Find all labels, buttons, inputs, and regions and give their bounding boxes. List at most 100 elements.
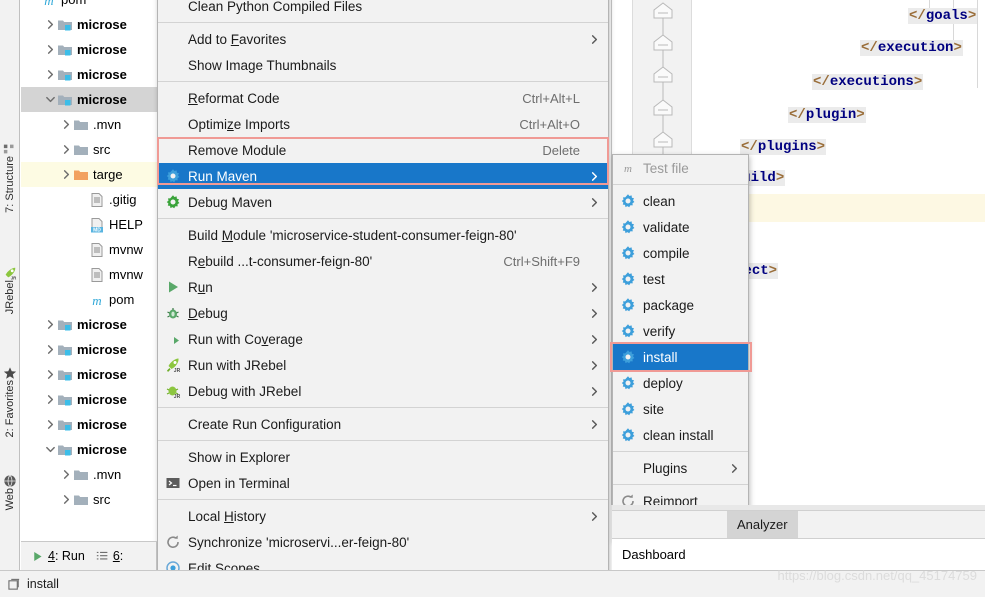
menu-item-debug-maven[interactable]: Debug Maven xyxy=(158,189,608,215)
maven-goal-icon xyxy=(619,219,637,235)
menu-item-clean-python-compiled-files[interactable]: Clean Python Compiled Files xyxy=(158,0,608,19)
maven-goal-test-file[interactable]: m Test file xyxy=(613,155,748,181)
menu-item-label: Debug Maven xyxy=(188,194,273,210)
tree-expand-arrow[interactable] xyxy=(43,43,57,57)
tree-row[interactable]: mvnw xyxy=(21,262,157,287)
maven-goal-validate[interactable]: validate xyxy=(613,214,748,240)
xml-bracket: > xyxy=(816,139,826,155)
menu-item-label: Rebuild ...t-consumer-feign-80' xyxy=(188,253,373,269)
tree-expand-arrow[interactable] xyxy=(59,493,73,507)
tool-window-tabbar[interactable]: Analyzer xyxy=(612,510,985,539)
project-tool-window[interactable]: mpommicrosemicrosemicrosemicrose.mvnsrct… xyxy=(21,0,157,527)
maven-goal-verify[interactable]: verify xyxy=(613,318,748,344)
maven-goal-site[interactable]: site xyxy=(613,396,748,422)
menu-item-open-in-terminal[interactable]: Open in Terminal xyxy=(158,470,608,496)
tree-row[interactable]: microse xyxy=(21,12,157,37)
structure-icon xyxy=(3,144,14,154)
maven-goal-label: site xyxy=(643,401,665,417)
tree-row[interactable]: src xyxy=(21,137,157,162)
tool-window-button-jrebel[interactable]: JRebel JR xyxy=(0,262,20,314)
tree-expand-arrow[interactable] xyxy=(43,393,57,407)
tree-expand-arrow[interactable] xyxy=(43,68,57,82)
bottom-tool-buttons[interactable]: 4: Run 6: xyxy=(21,541,157,570)
maven-goal-icon xyxy=(619,323,637,339)
dashboard-bar[interactable]: Dashboard xyxy=(612,538,985,570)
menu-item-show-in-explorer[interactable]: Show in Explorer xyxy=(158,444,608,470)
menu-item-rebuild-t-consumer-feign-80[interactable]: Rebuild ...t-consumer-feign-80' Ctrl+Shif… xyxy=(158,248,608,274)
tree-row[interactable]: microse xyxy=(21,362,157,387)
ide-window: </goals> </execution> </executions> </plugi… xyxy=(0,0,985,597)
tree-row[interactable]: .mvn xyxy=(21,112,157,137)
menu-item-create-run-configuration[interactable]: Create Run Configuration xyxy=(158,411,608,437)
terminal-icon xyxy=(166,478,180,488)
tool-window-button-web[interactable]: Web xyxy=(0,470,20,510)
tree-expand-arrow[interactable] xyxy=(43,368,57,382)
maven-goal-plugins[interactable]: Plugins xyxy=(613,455,748,481)
maven-goal-clean-install[interactable]: clean install xyxy=(613,422,748,448)
tree-expand-arrow[interactable] xyxy=(43,318,57,332)
maven-goal-icon xyxy=(619,349,637,365)
tree-expand-arrow[interactable] xyxy=(43,343,57,357)
maven-goal-deploy[interactable]: deploy xyxy=(613,370,748,396)
bottom-tool-button-4-run[interactable]: 4: Run xyxy=(31,549,85,563)
tree-row[interactable]: microse xyxy=(21,387,157,412)
menu-separator xyxy=(613,484,748,485)
status-message: install xyxy=(0,577,59,591)
menu-item-show-image-thumbnails[interactable]: Show Image Thumbnails xyxy=(158,52,608,78)
menu-item-optimize-imports[interactable]: Optimize Imports Ctrl+Alt+O xyxy=(158,111,608,137)
menu-item-run-maven[interactable]: Run Maven xyxy=(158,163,608,189)
menu-separator xyxy=(158,218,608,219)
menu-item-run-with-coverage[interactable]: Run with Coverage xyxy=(158,326,608,352)
menu-item-debug-with-jrebel[interactable]: JR Debug with JRebel xyxy=(158,378,608,404)
maven-goal-compile[interactable]: compile xyxy=(613,240,748,266)
tree-row[interactable]: mvnw xyxy=(21,237,157,262)
maven-goal-clean[interactable]: clean xyxy=(613,188,748,214)
tree-expand-arrow[interactable] xyxy=(43,18,57,32)
maven-goal-install[interactable]: install xyxy=(613,344,748,370)
tree-expand-arrow[interactable] xyxy=(59,468,73,482)
menu-item-run[interactable]: Run xyxy=(158,274,608,300)
tree-row[interactable]: MD HELP xyxy=(21,212,157,237)
sync-icon xyxy=(167,535,179,548)
tree-row[interactable]: microse xyxy=(21,412,157,437)
tree-row[interactable]: src xyxy=(21,487,157,512)
tool-window-button-structure[interactable]: 7: Structure xyxy=(0,138,20,213)
tool-tab-analyzer[interactable]: Analyzer xyxy=(727,510,798,539)
tree-expand-arrow[interactable] xyxy=(59,143,73,157)
tree-row[interactable]: microse xyxy=(21,62,157,87)
menu-item-debug[interactable]: Debug xyxy=(158,300,608,326)
code-fold-markers[interactable] xyxy=(650,0,676,170)
bottom-tool-button-6[interactable]: 6: xyxy=(96,549,123,563)
menu-item-run-with-jrebel[interactable]: JR Run with JRebel xyxy=(158,352,608,378)
tree-row[interactable]: .gitig xyxy=(21,187,157,212)
tree-row[interactable]: microse xyxy=(21,337,157,362)
menu-item-build-module-microservice-student-consum[interactable]: Build Module 'microservice-student-consu… xyxy=(158,222,608,248)
menu-item-reformat-code[interactable]: Reformat Code Ctrl+Alt+L xyxy=(158,85,608,111)
svg-text:JR: JR xyxy=(174,394,181,399)
maven-goal-package[interactable]: package xyxy=(613,292,748,318)
tree-row[interactable]: targe xyxy=(21,162,157,187)
menu-item-remove-module[interactable]: Remove Module Delete xyxy=(158,137,608,163)
tree-expand-arrow[interactable] xyxy=(43,418,57,432)
tool-window-button-favorites[interactable]: 2: Favorites xyxy=(0,362,20,437)
tree-row[interactable]: microse xyxy=(21,312,157,337)
tree-row-label: microse xyxy=(77,392,127,407)
maven-goal-test[interactable]: test xyxy=(613,266,748,292)
tree-collapse-arrow[interactable] xyxy=(43,93,57,107)
tree-expand-arrow[interactable] xyxy=(59,168,73,182)
menu-item-local-history[interactable]: Local History xyxy=(158,503,608,529)
tree-row[interactable]: microse xyxy=(21,37,157,62)
tree-row[interactable]: .mvn xyxy=(21,462,157,487)
tree-row[interactable]: mpom xyxy=(21,287,157,312)
menu-item-synchronize-microservi-er-feign-80[interactable]: Synchronize 'microservi...er-feign-80' xyxy=(158,529,608,555)
xml-bracket: > xyxy=(775,170,785,186)
tree-row[interactable]: mpom xyxy=(21,0,157,12)
project-context-menu[interactable]: Clean Python Compiled Files Add to Favori… xyxy=(157,0,609,597)
tree-expand-arrow[interactable] xyxy=(59,118,73,132)
left-tool-window-strip[interactable]: 7: Structure JRebel JR 2: Favorites Web xyxy=(0,0,20,570)
run-maven-submenu[interactable]: m Test file clean validate compile test packag… xyxy=(612,154,749,541)
tree-row[interactable]: microse xyxy=(21,87,157,112)
tree-collapse-arrow[interactable] xyxy=(43,443,57,457)
menu-item-add-to-favorites[interactable]: Add to Favorites xyxy=(158,26,608,52)
tree-row[interactable]: microse xyxy=(21,437,157,462)
